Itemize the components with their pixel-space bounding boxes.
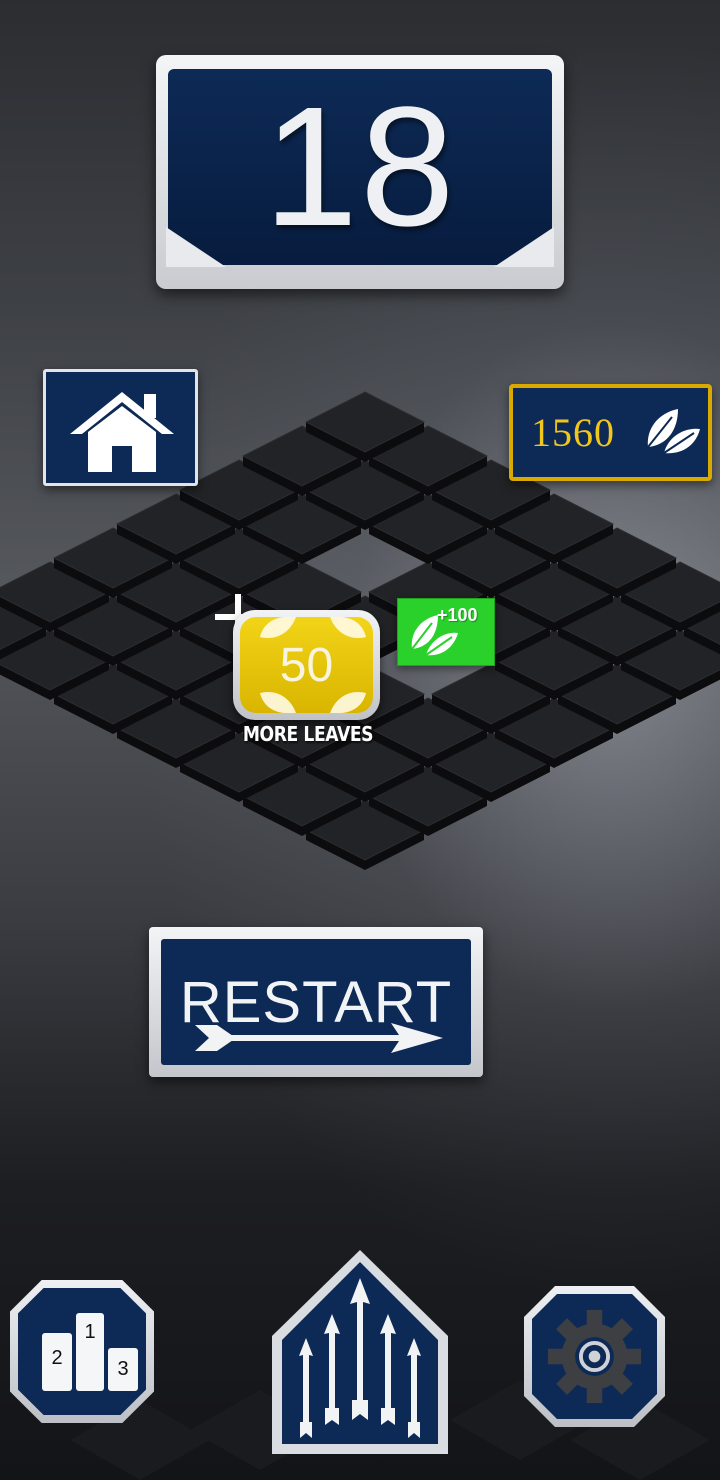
- more-leaves-label: MORE LEAVES: [242, 722, 374, 746]
- podium-icon: 2 1 3: [18, 1288, 146, 1415]
- score-corner-left: [166, 227, 226, 267]
- gear-icon: [547, 1309, 642, 1404]
- bonus-label: +100: [437, 605, 478, 625]
- score-value: 18: [263, 72, 457, 262]
- more-leaves-panel: 50: [240, 617, 373, 713]
- home-button[interactable]: [43, 369, 198, 486]
- bonus-leaves-button[interactable]: +100: [397, 598, 495, 666]
- leaf-decoration-icon: [330, 617, 366, 638]
- podium-second: 2: [42, 1333, 72, 1391]
- score-corner-right: [494, 227, 554, 267]
- leaf-decoration-icon: [330, 692, 366, 713]
- restart-panel: RESTART: [161, 939, 471, 1065]
- upgrade-button[interactable]: [272, 1250, 448, 1454]
- home-icon: [70, 392, 174, 472]
- leaf-decoration-icon: [260, 692, 296, 713]
- more-leaves-button[interactable]: 50: [233, 610, 380, 720]
- leaf-icon: [647, 409, 700, 454]
- restart-button[interactable]: RESTART: [149, 927, 483, 1077]
- score-panel: 18: [166, 69, 554, 267]
- leaves-counter: 1560: [509, 384, 712, 481]
- score-plaque: 18: [156, 55, 564, 289]
- leaves-count: 1560: [531, 410, 615, 455]
- settings-panel: [532, 1294, 657, 1419]
- arrow-right-icon: [195, 1023, 443, 1053]
- settings-button[interactable]: [524, 1286, 665, 1427]
- arrows-up-icon: [272, 1250, 448, 1454]
- leaderboard-button[interactable]: 2 1 3: [10, 1280, 154, 1423]
- podium-first: 1: [76, 1313, 104, 1391]
- podium-third: 3: [108, 1348, 138, 1391]
- more-leaves-value: 50: [279, 638, 334, 692]
